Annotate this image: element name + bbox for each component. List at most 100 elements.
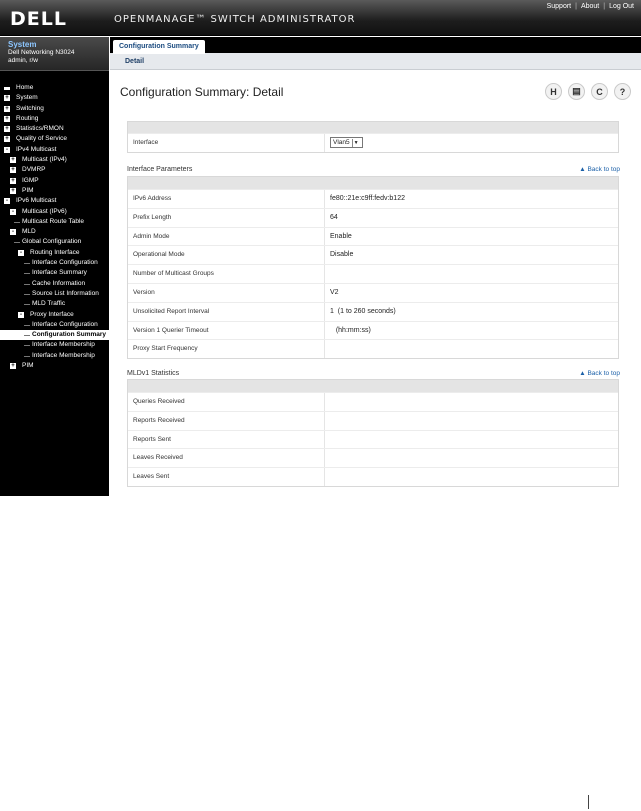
interface-select-box: Interface Vlan5 ▼ [127,121,619,153]
tree-item-label: Routing Interface [30,248,80,256]
row-label: Proxy Start Frequency [128,340,325,359]
row-label: Operational Mode [128,246,325,265]
about-link[interactable]: About [581,3,599,10]
row-value: V2 [330,288,339,296]
mldv1-statistics-title: MLDv1 Statistics [127,370,180,377]
table-row: Leaves Received [128,448,618,468]
mldv1-statistics-table: Queries Received Reports Received Reports … [127,379,619,487]
support-link[interactable]: Support [547,3,572,10]
save-icon[interactable]: H [545,83,562,100]
tree-item-label: Interface Summary [32,269,87,277]
tree-item[interactable]: MLD Traffic [0,299,109,309]
tree-connector [24,304,30,306]
expand-icon[interactable]: + [4,136,10,143]
tree-item[interactable]: - Multicast (IPv6) [0,207,109,217]
collapse-icon[interactable]: - [10,208,16,215]
tree-item[interactable]: - IPv4 Multicast [0,145,109,155]
tree-item[interactable]: - MLD [0,227,109,237]
collapse-icon[interactable]: - [4,146,10,153]
collapse-icon[interactable]: - [18,311,24,318]
table-row: Operational Mode Disable [128,245,618,265]
collapse-icon[interactable]: - [18,249,24,256]
tree-item[interactable]: + Routing [0,114,109,124]
expand-icon[interactable]: + [4,105,10,112]
chevron-down-icon: ▼ [351,138,360,147]
expand-icon[interactable]: + [10,177,16,184]
tree-item[interactable]: - Routing Interface [0,248,109,258]
row-value: Disable [330,251,354,259]
tree-item[interactable]: + PIM [0,186,109,196]
tree-item[interactable]: Multicast Route Table [0,217,109,227]
tree-item[interactable]: + Multicast (IPv4) [0,155,109,165]
tree-item-label: Quality of Service [16,135,67,143]
tree-item[interactable]: + IGMP [0,176,109,186]
row-value: 64 [330,213,338,221]
row-label: Leaves Sent [128,468,325,486]
app-header: DELL OPENMANAGE™ SWITCH ADMINISTRATOR Su… [0,0,641,36]
tree-item[interactable]: Configuration Summary [0,330,109,341]
tree-item[interactable]: Global Configuration [0,237,109,247]
tree-item-label: Multicast Route Table [22,217,85,225]
tree-item[interactable]: Home [0,83,109,93]
row-label: Leaves Received [128,449,325,468]
logout-link[interactable]: Log Out [609,3,634,10]
back-to-top-link[interactable]: ▲ Back to top [579,370,620,377]
page-margin-line [588,795,589,809]
tree-item[interactable]: Interface Membership [0,351,109,361]
help-icon[interactable]: ? [614,83,631,100]
expand-icon[interactable]: + [10,363,16,370]
refresh-icon[interactable]: C [591,83,608,100]
tree-item-label: Home [16,84,34,91]
tree-item[interactable]: + System [0,93,109,103]
tree-item[interactable]: + PIM [0,361,109,371]
tree-item-label: Switching [16,104,44,112]
tree-item[interactable]: Interface Configuration [0,320,109,330]
tree-item[interactable]: - Proxy Interface [0,310,109,320]
tree-item-label: IGMP [22,176,39,184]
row-value: Enable [330,232,352,240]
expand-icon[interactable]: + [4,126,10,133]
expand-icon[interactable]: + [4,95,10,102]
system-title[interactable]: System [8,41,101,49]
expand-icon[interactable]: + [4,115,10,122]
row-label: Queries Received [128,393,325,411]
product-title: OPENMANAGE™ SWITCH ADMINISTRATOR [114,14,356,25]
expand-icon[interactable]: + [10,187,16,194]
table-header [128,122,618,133]
back-to-top-link[interactable]: ▲ Back to top [579,166,620,173]
row-value [325,393,618,411]
tree-item[interactable]: + Quality of Service [0,134,109,144]
tree-item[interactable]: Cache Information [0,279,109,289]
tree-item[interactable]: Interface Summary [0,268,109,278]
table-row: IPv6 Address fe80::21e:c9ff:fedv:b122 [128,189,618,208]
collapse-icon[interactable]: - [4,198,10,205]
tree-connector [24,345,30,347]
link-separator: | [575,3,577,10]
tree-item[interactable]: + Switching [0,104,109,114]
tree-item[interactable]: + Statistics/RMON [0,124,109,134]
tree-item[interactable]: Interface Membership [0,340,109,350]
tree-item[interactable]: - IPv6 Multicast [0,196,109,206]
print-icon[interactable]: ▤ [568,83,585,100]
page-title: Configuration Summary: Detail [120,85,284,99]
tree-connector [24,335,30,337]
row-value: 1 (1 to 260 seconds) [330,307,396,315]
tab-configuration-summary[interactable]: Configuration Summary [113,40,205,54]
expand-icon[interactable]: + [10,167,16,174]
expand-icon[interactable]: + [10,157,16,164]
interface-dropdown-value: Vlan5 [333,139,350,146]
tree-item-label: System [16,94,38,102]
tree-item[interactable]: Interface Configuration [0,258,109,268]
tree-connector [14,242,20,244]
interface-dropdown[interactable]: Vlan5 ▼ [330,137,363,148]
tree-item-label: IPv6 Multicast [16,197,57,205]
tree-item-label: Interface Membership [32,341,95,349]
tree-item[interactable]: Source List Information [0,289,109,299]
dell-logo: DELL [10,8,67,30]
row-label: Prefix Length [128,208,325,227]
collapse-icon[interactable]: - [10,229,16,236]
tree-item[interactable]: + DVMRP [0,165,109,175]
tree-item-label: Proxy Interface [30,310,74,318]
subtab-detail[interactable]: Detail [125,58,144,65]
table-row: Prefix Length 64 [128,207,618,227]
